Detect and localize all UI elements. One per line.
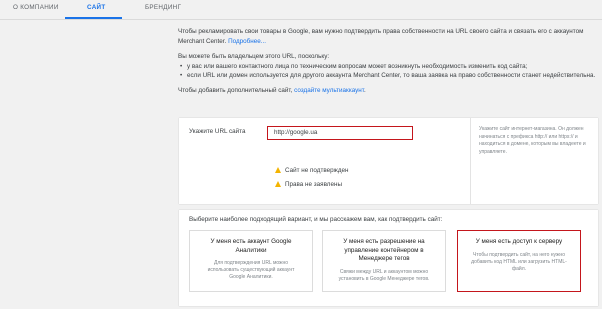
intro-text: Чтобы рекламировать свои товары в Google…	[178, 27, 598, 96]
option-server-access[interactable]: У меня есть доступ к серверу Чтобы подтв…	[457, 230, 581, 292]
rights-status: Права не заявлены	[275, 181, 342, 188]
site-status: Сайт не подтвержден	[275, 167, 348, 174]
warning-icon	[275, 181, 281, 187]
option-title: У меня есть доступ к серверу	[475, 238, 563, 245]
multiaccount-text: Чтобы добавить дополнительный сайт,	[178, 86, 293, 94]
verify-card: Выберите наиболее подходящий вариант, и …	[179, 210, 598, 306]
option-desc: Свяжи между URL и аккаунтом можно устано…	[338, 268, 430, 282]
list-item: у вас или вашего контактного лица по тех…	[180, 62, 598, 72]
multiaccount-paragraph: Чтобы добавить дополнительный сайт, созд…	[178, 86, 598, 96]
learn-more-link[interactable]: Подробнее...	[228, 38, 266, 45]
option-title: У меня есть аккаунт Google Аналитики	[210, 238, 292, 254]
option-analytics[interactable]: У меня есть аккаунт Google Аналитики Для…	[189, 230, 313, 292]
rights-status-text: Права не заявлены	[285, 181, 342, 188]
url-help-text: Укажите сайт интернет-магазина. Он долже…	[470, 118, 598, 204]
ownership-heading: Вы можете быть владельцем этого URL, пос…	[178, 53, 330, 61]
url-label: Укажите URL сайта	[189, 128, 246, 135]
verify-prompt: Выберите наиболее подходящий вариант, и …	[189, 216, 443, 223]
option-tag-manager[interactable]: У меня есть разрешение на управление кон…	[322, 230, 446, 292]
warning-icon	[275, 167, 281, 173]
ownership-list: у вас или вашего контактного лица по тех…	[178, 62, 598, 81]
create-multiaccount-link[interactable]: создайте мультиаккаунт	[294, 87, 364, 94]
tab-site[interactable]: САЙТ	[87, 4, 106, 11]
list-item: если URL или домен используется для друг…	[180, 71, 598, 81]
active-tab-indicator	[65, 17, 122, 19]
url-card: Укажите URL сайта http://google.ua Укажи…	[179, 118, 598, 204]
url-input[interactable]: http://google.ua	[267, 126, 413, 140]
site-status-text: Сайт не подтвержден	[285, 167, 349, 174]
option-desc: Чтобы подтвердить сайт, на него нужно до…	[471, 251, 567, 272]
tab-bar: О КОМПАНИИ САЙТ БРЕНДИНГ	[0, 0, 602, 20]
intro-paragraph: Чтобы рекламировать свои товары в Google…	[178, 27, 598, 46]
multiaccount-end: .	[363, 86, 366, 94]
option-title: У меня есть разрешение на управление кон…	[343, 238, 425, 263]
tab-branding[interactable]: БРЕНДИНГ	[145, 4, 181, 11]
tab-company[interactable]: О КОМПАНИИ	[13, 4, 59, 11]
option-desc: Для подтверждения URL можно использовать…	[207, 260, 295, 281]
